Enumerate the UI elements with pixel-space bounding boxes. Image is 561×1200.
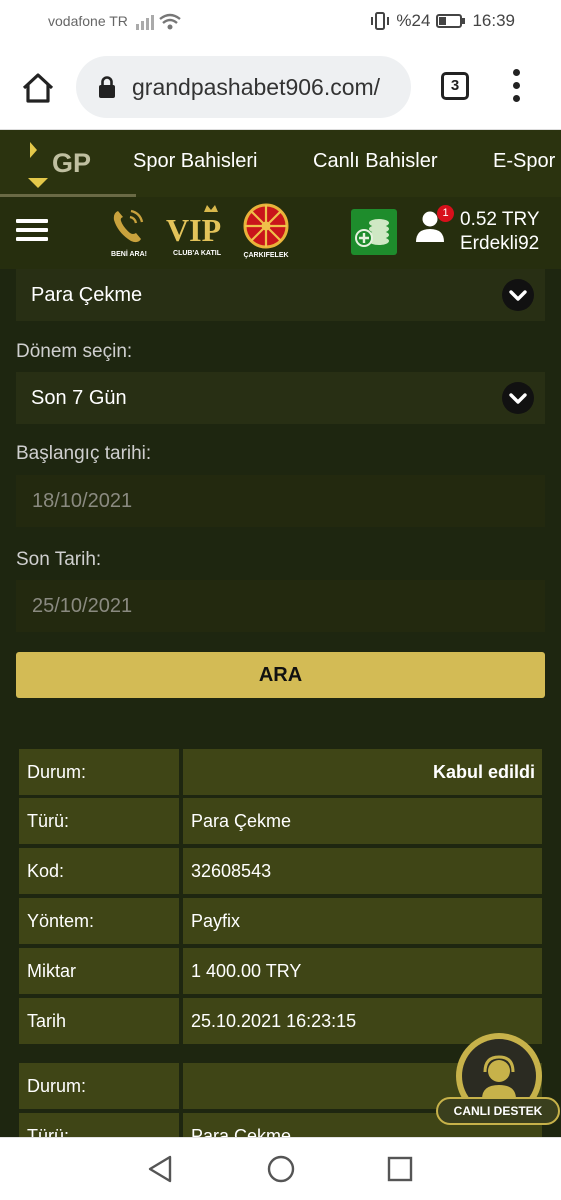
home-icon[interactable] bbox=[18, 68, 58, 108]
lock-icon bbox=[99, 76, 115, 98]
end-date-label: Son Tarih: bbox=[16, 549, 102, 570]
battery-icon bbox=[436, 14, 466, 28]
live-support-button[interactable]: CANLI DESTEK bbox=[436, 1033, 560, 1125]
carrier-name: vodafone TR bbox=[48, 13, 128, 29]
battery-percent: %24 bbox=[396, 11, 431, 30]
home-circle-icon[interactable] bbox=[266, 1154, 296, 1184]
live-support-label: CANLI DESTEK bbox=[436, 1097, 560, 1125]
top-navigation: GP Spor Bahisleri Canlı Bahisler E-Spor bbox=[0, 130, 561, 197]
status-label: Durum: bbox=[19, 1063, 179, 1109]
method-label: Yöntem: bbox=[19, 898, 179, 944]
recents-icon[interactable] bbox=[386, 1154, 414, 1184]
system-navigation-bar bbox=[0, 1137, 561, 1200]
start-date-input[interactable]: 18/10/2021 bbox=[16, 475, 545, 527]
code-value: 32608543 bbox=[183, 848, 542, 894]
status-label: Durum: bbox=[19, 749, 179, 795]
logo-text: GP bbox=[52, 148, 92, 178]
svg-text:VIP: VIP bbox=[166, 212, 221, 245]
vibrate-icon bbox=[371, 12, 390, 30]
vip-crown-icon: VIP bbox=[166, 205, 221, 245]
fortune-wheel-icon bbox=[243, 203, 289, 249]
call-me-promo[interactable]: BENİ ARA! bbox=[104, 205, 154, 261]
phone-icon bbox=[113, 209, 144, 243]
vip-caption: CLUB'A KATIL bbox=[173, 250, 221, 257]
wheel-caption: ÇARKIFELEK bbox=[243, 252, 289, 259]
nav-canli-bahisler[interactable]: Canlı Bahisler bbox=[313, 150, 438, 173]
vip-club-promo[interactable]: VIP CLUB'A KATIL bbox=[164, 203, 230, 261]
type-label: Türü: bbox=[19, 1113, 179, 1137]
coins-icon bbox=[355, 219, 389, 247]
end-date-input[interactable]: 25/10/2021 bbox=[16, 580, 545, 632]
chevron-down-icon bbox=[502, 279, 534, 311]
account-balance: 0.52 TRY bbox=[460, 209, 540, 230]
deposit-button[interactable] bbox=[351, 209, 397, 255]
amount-label: Miktar bbox=[19, 948, 179, 994]
nav-spor-bahisleri[interactable]: Spor Bahisleri bbox=[133, 150, 258, 173]
headset-agent-icon bbox=[482, 1055, 516, 1099]
date-label: Tarih bbox=[19, 998, 179, 1044]
clock: 16:39 bbox=[472, 11, 515, 30]
chevron-down-icon bbox=[502, 382, 534, 414]
status-value: Kabul edildi bbox=[183, 749, 542, 795]
tab-switcher-button[interactable]: 3 bbox=[441, 72, 469, 100]
site-toolbar: BENİ ARA! VIP CLUB'A KATIL ÇARKIFELEK 1 … bbox=[0, 197, 561, 269]
status-right: %24 16:39 bbox=[370, 11, 515, 31]
period-value: Son 7 Gün bbox=[31, 387, 127, 409]
type-label: Türü: bbox=[19, 798, 179, 844]
overflow-menu-icon[interactable] bbox=[506, 66, 526, 106]
back-icon[interactable] bbox=[146, 1154, 174, 1184]
signal-wifi-icon bbox=[136, 13, 181, 30]
nav-e-spor[interactable]: E-Spor bbox=[493, 150, 555, 173]
site-logo[interactable]: GP bbox=[0, 130, 136, 197]
address-bar[interactable]: grandpashabet906.com/ bbox=[76, 56, 411, 118]
period-label: Dönem seçin: bbox=[16, 341, 133, 362]
wheel-promo[interactable]: ÇARKIFELEK bbox=[238, 203, 294, 261]
period-select[interactable]: Son 7 Gün bbox=[16, 372, 545, 424]
search-button[interactable]: ARA bbox=[16, 652, 545, 698]
transaction-type-select[interactable]: Para Çekme bbox=[16, 269, 545, 321]
transaction-type-value: Para Çekme bbox=[31, 284, 143, 306]
amount-value: 1 400.00 TRY bbox=[183, 948, 542, 994]
status-bar: vodafone TR %24 16:39 bbox=[0, 0, 561, 44]
method-value: Payfix bbox=[183, 898, 542, 944]
call-me-caption: BENİ ARA! bbox=[111, 251, 147, 258]
hamburger-menu-icon[interactable] bbox=[16, 219, 48, 245]
code-label: Kod: bbox=[19, 848, 179, 894]
site-content: GP Spor Bahisleri Canlı Bahisler E-Spor … bbox=[0, 130, 561, 1137]
browser-toolbar: grandpashabet906.com/ 3 bbox=[0, 44, 561, 130]
account-username: Erdekli92 bbox=[460, 233, 540, 254]
type-value: Para Çekme bbox=[183, 798, 542, 844]
user-account-icon[interactable]: 1 bbox=[414, 205, 454, 243]
start-date-label: Başlangıç tarihi: bbox=[16, 443, 152, 464]
notification-badge: 1 bbox=[437, 205, 454, 222]
url-text: grandpashabet906.com/ bbox=[132, 73, 381, 100]
